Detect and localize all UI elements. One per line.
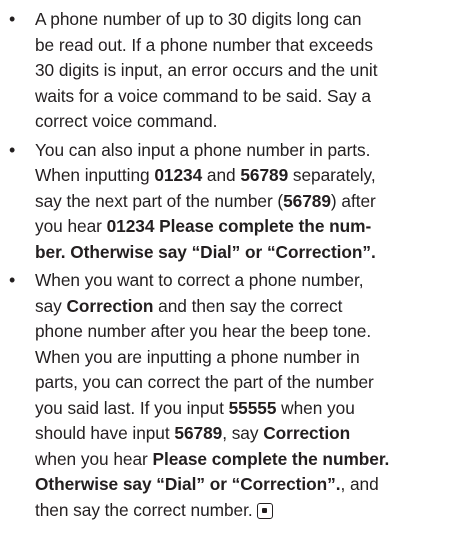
text-line: parts, you can correct the part of the n… [35,370,451,396]
end-of-section-mark-icon [256,502,273,519]
text-line: should have input 56789, say Correction [35,421,451,447]
bullet-list: • A phone number of up to 30 digits long … [9,7,451,523]
body-text: You can also input a phone number in par… [35,139,371,160]
bullet-dot-icon: • [9,270,16,290]
body-text: when you [276,397,355,418]
body-text: you hear [35,216,107,236]
body-text: correct voice command. [35,111,218,131]
body-text: say [35,295,67,316]
text-line: say Correction and then say the correct [35,294,451,320]
body-text: be read out. If a phone number that exce… [35,34,373,55]
bullet-dot-icon: • [9,9,16,29]
body-text: then say the correct number. [35,499,253,520]
text-line: say the next part of the number (56789) … [35,189,451,215]
body-text: When inputting [35,165,155,185]
bold-text: Correction [66,295,154,316]
text-line: When inputting 01234 and 56789 separatel… [35,163,451,189]
text-line: then say the correct number. [35,498,451,524]
text-line: Otherwise say “Dial” or “Correction”., a… [35,472,451,498]
bold-text: Otherwise say “Dial” or “Correction”. [35,474,341,494]
text-line: You can also input a phone number in par… [35,138,451,164]
document-page: • A phone number of up to 30 digits long … [0,0,459,557]
text-line: When you are inputting a phone number in [35,345,451,371]
body-text: , and [340,474,379,494]
body-text: should have input [35,423,175,443]
body-text: , say [222,423,264,443]
body-text: parts, you can correct the part of the n… [35,372,374,392]
body-text: and [202,165,241,185]
body-text: A phone number of up to 30 digits long c… [35,9,362,29]
bold-text: 56789 [174,423,223,443]
text-line: you hear 01234 Please complete the num- [35,214,451,240]
body-text: When you want to correct a phone number, [35,270,364,290]
text-line: when you hear Please complete the number… [35,447,451,473]
body-text: say the next part of the number ( [35,190,284,211]
text-line: ber. Otherwise say “Dial” or “Correction… [35,240,451,266]
bold-text: 01234 [154,165,203,185]
text-line: 30 digits is input, an error occurs and … [35,58,451,84]
text-line: phone number after you hear the beep ton… [35,319,451,345]
text-line: be read out. If a phone number that exce… [35,33,451,59]
body-text: 30 digits is input, an error occurs and … [35,60,378,80]
bullet-item: • When you want to correct a phone number… [9,268,451,523]
text-line: you said last. If you input 55555 when y… [35,396,451,422]
bold-text: 01234 Please complete the num- [106,216,372,236]
body-text: separately, [288,165,376,185]
bold-text: 56789 [240,165,289,185]
body-text: waits for a voice command to be said. Sa… [35,85,371,106]
body-text: When you are inputting a phone number in [35,346,360,367]
bold-text: Correction [263,423,351,443]
text-line: When you want to correct a phone number, [35,268,451,294]
body-text: ) after [330,190,376,211]
bullet-item: • A phone number of up to 30 digits long … [9,7,451,135]
body-text: phone number after you hear the beep ton… [35,321,372,341]
text-line: A phone number of up to 30 digits long c… [35,7,451,33]
body-text: you said last. If you input [35,397,229,418]
bold-text: Please complete the number. [152,448,390,469]
bullet-dot-icon: • [9,139,16,160]
body-text: and then say the correct [153,295,343,316]
bold-text: ber. Otherwise say “Dial” or “Correction… [35,241,376,262]
body-text: when you hear [35,448,153,469]
text-line: waits for a voice command to be said. Sa… [35,84,451,110]
bullet-item: • You can also input a phone number in pa… [9,138,451,266]
text-line: correct voice command. [35,109,451,135]
bold-text: 56789 [283,190,331,211]
bold-text: 55555 [228,397,277,418]
